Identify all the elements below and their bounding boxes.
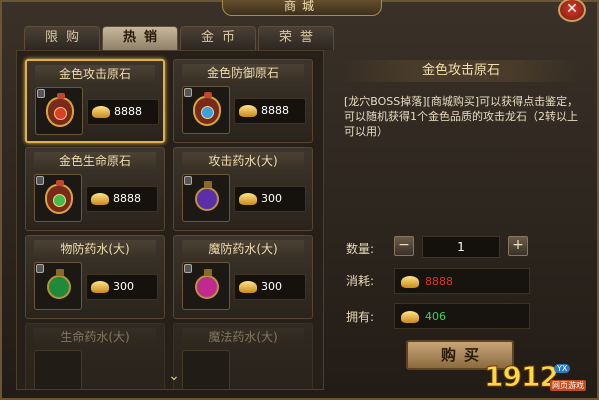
price-box: 8888 [234, 98, 306, 124]
logo-badge: YX [554, 364, 571, 373]
shop-window: 商城 ✕ 限购 热销 金币 荣誉 金色攻击原石 8888 金色防御原石 8888… [0, 0, 599, 400]
logo-number: 1912 [484, 360, 560, 394]
pink-potion-icon [195, 269, 219, 299]
item-slot [182, 86, 230, 134]
item-name: 物防药水(大) [34, 240, 156, 258]
item-card[interactable]: 魔防药水(大) 300 [173, 235, 313, 319]
purple-potion-icon [195, 181, 219, 211]
item-price: 300 [261, 192, 282, 205]
price-box: 300 [234, 274, 306, 300]
close-icon[interactable]: ✕ [558, 0, 586, 22]
gold-ingot-icon [239, 193, 257, 205]
item-price: 300 [261, 280, 282, 293]
item-description: [龙穴BOSS掉落][商城购买]可以获得点击鉴定，可以随机获得1个金色品质的攻击… [344, 95, 579, 138]
lock-icon [37, 89, 45, 98]
lock-icon [184, 88, 192, 97]
lock-icon [184, 264, 192, 273]
item-card[interactable]: 物防药水(大) 300 [25, 235, 165, 319]
gold-ingot-icon [92, 106, 110, 118]
detail-title: 金色攻击原石 [342, 60, 580, 82]
plus-button[interactable]: + [508, 236, 528, 256]
shop-tabs: 限购 热销 金币 荣誉 [24, 26, 334, 50]
item-price: 8888 [261, 104, 289, 117]
item-name: 魔防药水(大) [182, 240, 304, 258]
tab-hot-sale[interactable]: 热销 [102, 26, 178, 50]
item-slot [34, 174, 82, 222]
gold-ingot-icon [239, 281, 257, 293]
own-label: 拥有: [346, 310, 375, 324]
item-name: 生命药水(大) [34, 328, 156, 346]
item-price: 8888 [113, 192, 141, 205]
own-value: 406 [425, 310, 446, 323]
item-name: 金色防御原石 [182, 64, 304, 82]
item-slot [182, 350, 230, 389]
tab-limited[interactable]: 限购 [24, 26, 100, 50]
green-gem-bag-icon [45, 180, 73, 214]
item-card[interactable]: 攻击药水(大) 300 [173, 147, 313, 231]
price-box: 300 [86, 274, 158, 300]
item-card[interactable]: 金色生命原石 8888 [25, 147, 165, 231]
quantity-input[interactable]: 1 [422, 236, 500, 258]
tab-honor[interactable]: 荣誉 [258, 26, 334, 50]
item-price: 8888 [114, 105, 142, 118]
item-slot [34, 262, 82, 310]
cost-value: 8888 [425, 275, 453, 288]
item-slot [34, 350, 82, 389]
item-name: 攻击药水(大) [182, 152, 304, 170]
lock-icon [36, 176, 44, 185]
gold-ingot-icon [239, 105, 257, 117]
cost-label: 消耗: [346, 274, 375, 288]
red-gem-bag-icon [46, 93, 74, 127]
lock-icon [184, 176, 192, 185]
blue-gem-bag-icon [193, 92, 221, 126]
item-card[interactable]: 金色攻击原石 8888 [25, 59, 165, 143]
detail-panel: 金色攻击原石 [龙穴BOSS掉落][商城购买]可以获得点击鉴定，可以随机获得1个… [332, 50, 590, 390]
item-name: 金色攻击原石 [35, 65, 155, 83]
own-box: 406 [394, 303, 530, 329]
cost-box: 8888 [394, 268, 530, 294]
gold-ingot-icon [91, 281, 109, 293]
green-potion-icon [47, 269, 71, 299]
item-price: 300 [113, 280, 134, 293]
item-name: 魔法药水(大) [182, 328, 304, 346]
logo-subtitle: 网页游戏 [550, 380, 586, 391]
item-slot [35, 87, 83, 135]
item-list[interactable]: 金色攻击原石 8888 金色防御原石 8888 金色生命原石 8888 攻击药水… [16, 50, 324, 390]
gold-ingot-icon [401, 276, 419, 288]
price-box: 8888 [87, 99, 159, 125]
item-card[interactable]: 生命药水(大) [25, 323, 165, 389]
gold-ingot-icon [401, 311, 419, 323]
item-card[interactable]: 魔法药水(大) [173, 323, 313, 389]
window-title: 商城 [222, 0, 382, 16]
price-box: 8888 [86, 186, 158, 212]
item-slot [182, 174, 230, 222]
item-slot [182, 262, 230, 310]
scroll-down-icon[interactable]: ⌄ [165, 369, 183, 383]
tab-gold[interactable]: 金币 [180, 26, 256, 50]
site-logo: 1912 YX 网页游戏 [484, 360, 594, 396]
minus-button[interactable]: − [394, 236, 414, 256]
item-name: 金色生命原石 [34, 152, 156, 170]
gold-ingot-icon [91, 193, 109, 205]
price-box: 300 [234, 186, 306, 212]
quantity-label: 数量: [346, 242, 375, 256]
item-card[interactable]: 金色防御原石 8888 [173, 59, 313, 143]
lock-icon [36, 264, 44, 273]
